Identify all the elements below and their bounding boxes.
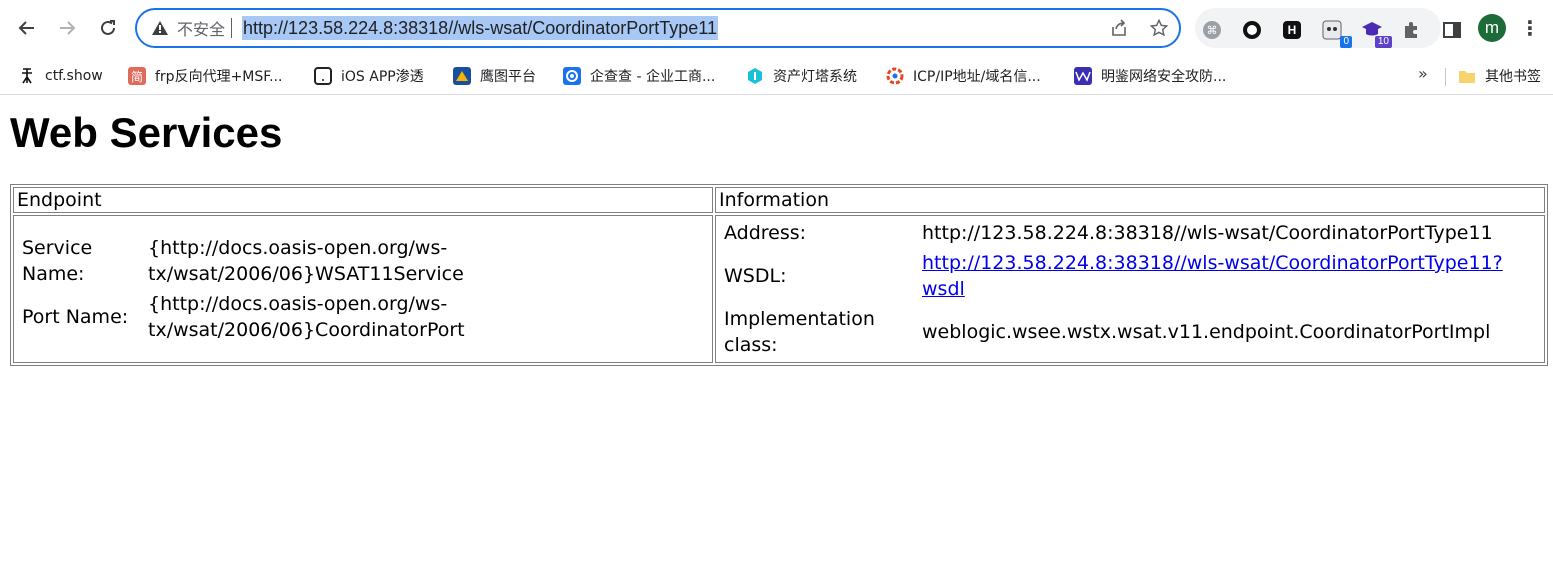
arrow-right-icon <box>60 21 76 35</box>
bookmark-label: ICP/IP地址/域名信... <box>913 69 1041 85</box>
bookmark-item[interactable]: 资产灯塔系统 <box>746 64 857 88</box>
bookmark-label: ctf.show <box>45 68 103 84</box>
address-divider <box>231 18 233 38</box>
folder-icon <box>1458 67 1476 85</box>
other-bookmarks[interactable]: 其他书签 <box>1458 64 1541 88</box>
bookmarks-divider <box>1445 68 1446 86</box>
ios-app-icon <box>314 67 332 85</box>
extension-icon[interactable]: 10 <box>1360 18 1392 48</box>
forward-button[interactable] <box>53 14 81 42</box>
side-panel-icon[interactable] <box>1440 18 1464 42</box>
address-label: Address: <box>724 222 807 244</box>
jian-icon: 简 <box>128 67 146 85</box>
bookmark-item[interactable]: ICP/IP地址/域名信... <box>886 64 1041 88</box>
endpoint-details: Service Name: {http://docs.oasis-open.or… <box>17 232 473 346</box>
bookmark-label: 其他书签 <box>1485 69 1541 85</box>
service-name-value: {http://docs.oasis-open.org/ws-tx/wsat/2… <box>148 237 464 285</box>
url-text[interactable]: http://123.58.224.8:38318//wls-wsat/Coor… <box>242 16 718 40</box>
extension-icon[interactable] <box>1240 18 1264 42</box>
endpoint-cell: Service Name: {http://docs.oasis-open.or… <box>13 215 713 363</box>
chevron-double-right-icon[interactable]: » <box>1418 64 1428 83</box>
information-header: Information <box>715 187 1545 213</box>
bookmarks-bar: ctf.show 简 frp反向代理+MSF... iOS APP渗透 鹰图平台… <box>0 58 1553 95</box>
bookmark-item[interactable]: ctf.show <box>18 64 103 88</box>
security-status-label[interactable]: 不安全 <box>177 16 225 40</box>
page-content: Web Services Endpoint Information Servic… <box>0 109 1553 366</box>
extension-badge: 0 <box>1340 36 1352 48</box>
service-name-label: Service Name: <box>22 237 93 285</box>
bookmark-label: 明鉴网络安全攻防... <box>1101 69 1227 85</box>
address-value: http://123.58.224.8:38318//wls-wsat/Coor… <box>922 222 1493 244</box>
wsdl-label: WSDL: <box>724 265 787 287</box>
bookmark-item[interactable]: 鹰图平台 <box>453 64 536 88</box>
table-header-row: Endpoint Information <box>13 187 1545 213</box>
port-name-value: {http://docs.oasis-open.org/ws-tx/wsat/2… <box>148 293 465 341</box>
implementation-class-label: Implementation class: <box>724 308 875 356</box>
profile-avatar[interactable]: m <box>1478 14 1506 42</box>
bookmark-star-icon[interactable] <box>1147 16 1171 40</box>
extension-icon[interactable]: ⌘ <box>1200 18 1224 42</box>
icp-gear-icon <box>886 67 904 85</box>
extension-icon[interactable]: 0 <box>1320 18 1352 48</box>
bookmark-item[interactable]: 明鉴网络安全攻防... <box>1074 64 1226 88</box>
bookmark-label: frp反向代理+MSF... <box>155 69 283 85</box>
bookmark-item[interactable]: 简 frp反向代理+MSF... <box>128 64 282 88</box>
bookmark-label: 企查查 - 企业工商... <box>590 69 716 85</box>
table-row: Service Name: {http://docs.oasis-open.or… <box>13 215 1545 363</box>
address-bar[interactable]: 不安全 http://123.58.224.8:38318//wls-wsat/… <box>135 8 1181 48</box>
share-icon[interactable] <box>1107 16 1131 40</box>
reload-icon <box>101 20 115 35</box>
information-details: Address: http://123.58.224.8:38318//wls-… <box>719 217 1517 361</box>
extension-badge: 10 <box>1374 36 1392 48</box>
implementation-class-value: weblogic.wsee.wstx.wsat.v11.endpoint.Coo… <box>922 321 1491 343</box>
puzzle-icon[interactable] <box>1400 18 1424 42</box>
qichacha-icon <box>563 67 581 85</box>
arrow-left-icon <box>18 21 34 35</box>
bookmark-item[interactable]: iOS APP渗透 <box>314 64 424 88</box>
bookmark-label: 鹰图平台 <box>480 69 536 85</box>
wsdl-link[interactable]: http://123.58.224.8:38318//wls-wsat/Coor… <box>922 252 1503 300</box>
browser-toolbar: 不安全 http://123.58.224.8:38318//wls-wsat/… <box>0 0 1553 58</box>
mingjian-icon <box>1074 67 1092 85</box>
address-actions <box>1107 16 1171 40</box>
extension-label: H <box>1287 23 1297 37</box>
back-button[interactable] <box>13 14 41 42</box>
bookmark-label: iOS APP渗透 <box>341 69 424 85</box>
port-name-label: Port Name: <box>22 306 129 328</box>
warning-icon[interactable] <box>151 19 169 37</box>
bookmark-label: 资产灯塔系统 <box>773 69 857 85</box>
reload-button[interactable] <box>94 14 122 42</box>
more-menu-icon[interactable]: ⋮ <box>1520 16 1540 40</box>
wsdl-value-cell: http://123.58.224.8:38318//wls-wsat/Coor… <box>919 249 1515 303</box>
web-services-table: Endpoint Information Service Name: {http… <box>10 184 1548 366</box>
lighthouse-icon <box>746 67 764 85</box>
endpoint-header: Endpoint <box>13 187 713 213</box>
hawk-icon <box>453 67 471 85</box>
svg-text:⌘: ⌘ <box>1207 24 1218 37</box>
page-title: Web Services <box>10 109 283 156</box>
extension-icon[interactable]: H <box>1280 18 1304 42</box>
bookmark-item[interactable]: 企查查 - 企业工商... <box>563 64 715 88</box>
ctfshow-icon <box>18 67 36 85</box>
information-cell: Address: http://123.58.224.8:38318//wls-… <box>715 215 1545 363</box>
